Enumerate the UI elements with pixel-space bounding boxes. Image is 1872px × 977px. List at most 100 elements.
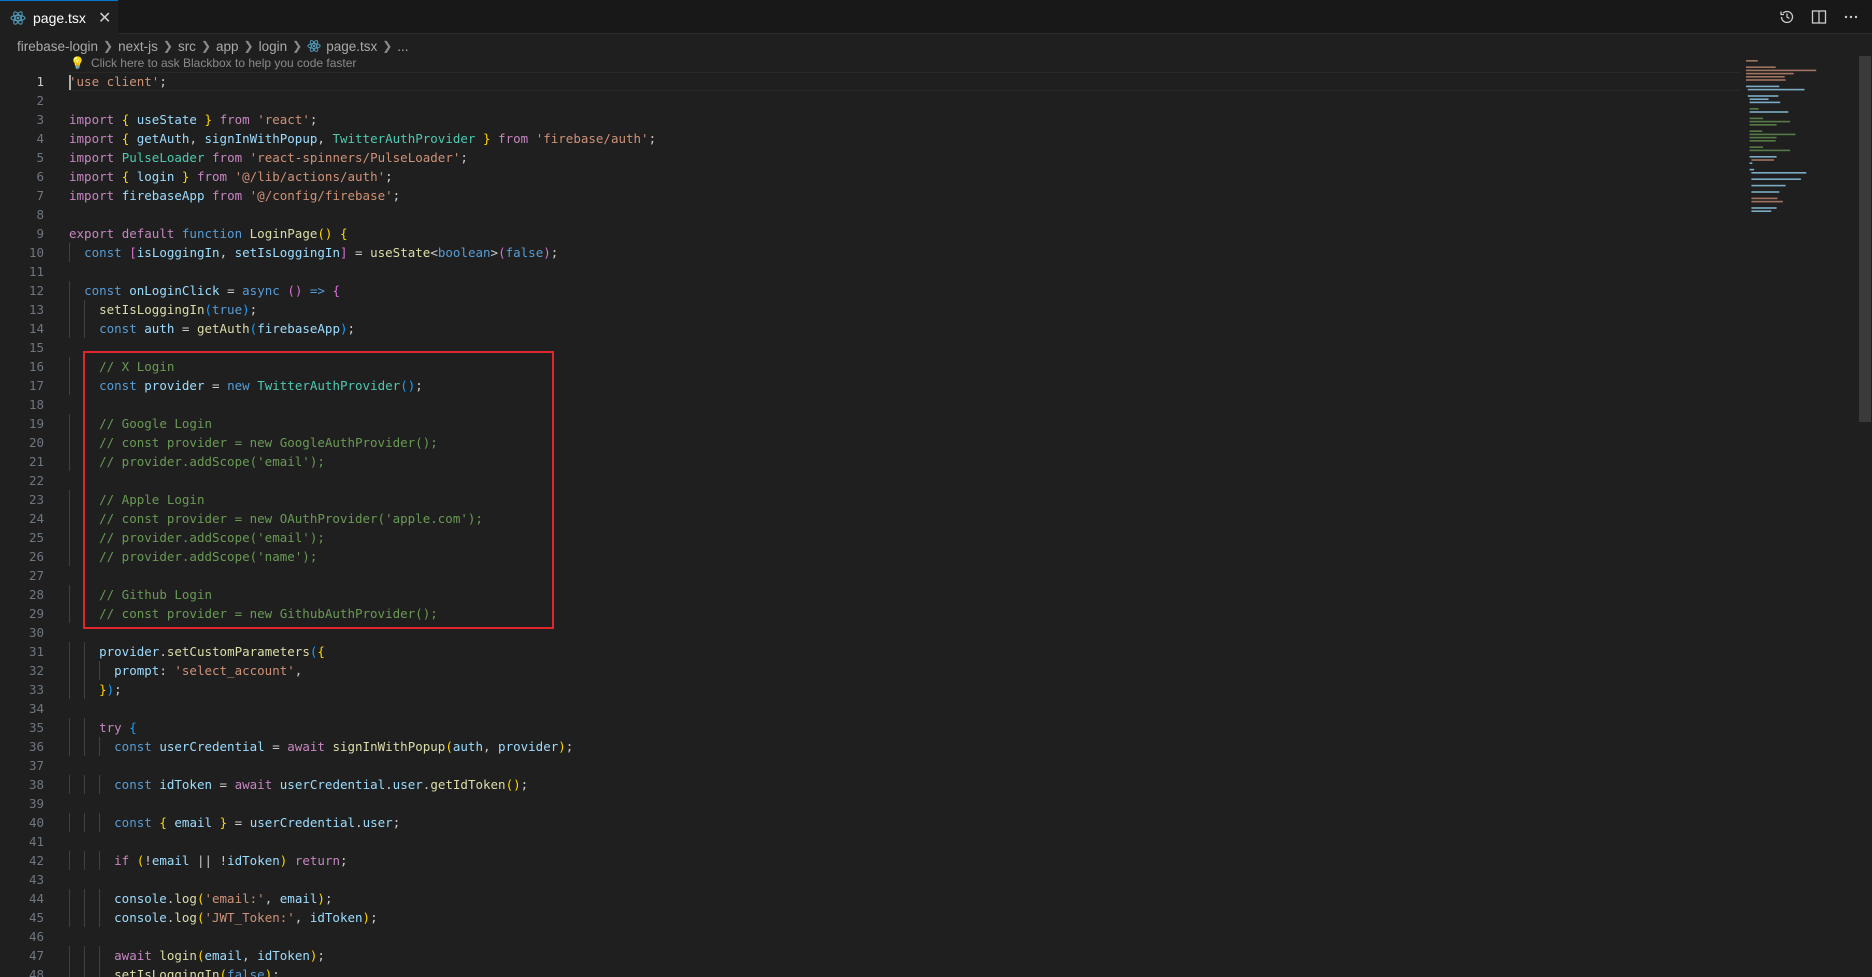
code-line[interactable]: 36 const userCredential = await signInWi…	[0, 737, 1740, 756]
code-text: const userCredential = await signInWithP…	[114, 739, 574, 754]
code-line[interactable]: 19 // Google Login	[0, 414, 1740, 433]
chevron-right-icon: ❯	[382, 39, 393, 53]
code-line[interactable]: 7 import firebaseApp from '@/config/fireb…	[0, 186, 1740, 205]
code-line[interactable]: 6 import { login } from '@/lib/actions/au…	[0, 167, 1740, 186]
blackbox-hint[interactable]: 💡 Click here to ask Blackbox to help you…	[70, 56, 356, 70]
line-number: 34	[28, 701, 44, 716]
line-number: 12	[28, 283, 44, 298]
minimap-line	[1749, 124, 1777, 126]
code-line[interactable]: 42 if (!email || !idToken) return;	[0, 851, 1740, 870]
split-editor-icon[interactable]	[1810, 8, 1828, 26]
minimap-line	[1751, 197, 1778, 200]
code-line[interactable]: 40 const { email } = userCredential.user…	[0, 813, 1740, 832]
minimap-line	[1746, 76, 1785, 78]
minimap-line	[1749, 133, 1796, 136]
code-line[interactable]: 35 try {	[0, 718, 1740, 737]
code-line[interactable]: 27	[0, 566, 1740, 585]
line-number: 1	[36, 74, 44, 89]
code-line[interactable]: 17 const provider = new TwitterAuthProvi…	[0, 376, 1740, 395]
line-number: 30	[28, 625, 44, 640]
line-number: 36	[28, 739, 44, 754]
history-icon[interactable]	[1778, 8, 1796, 26]
editor-actions	[1778, 8, 1860, 26]
code-line[interactable]: 31 provider.setCustomParameters({	[0, 642, 1740, 661]
line-number: 21	[28, 454, 44, 469]
line-number: 16	[28, 359, 44, 374]
code-line[interactable]: 24 // const provider = new OAuthProvider…	[0, 509, 1740, 528]
breadcrumb-item-app[interactable]: app	[216, 39, 239, 54]
breadcrumb-item-more[interactable]: ...	[397, 39, 408, 54]
tab-page-tsx[interactable]: page.tsx ✕	[0, 0, 118, 34]
minimap-line	[1751, 200, 1783, 203]
code-line[interactable]: 29 // const provider = new GithubAuthPro…	[0, 604, 1740, 623]
code-text: import { getAuth, signInWithPopup, Twitt…	[69, 131, 657, 146]
code-line[interactable]: 43	[0, 870, 1740, 889]
code-text: if (!email || !idToken) return;	[114, 853, 348, 868]
code-line[interactable]: 21 // provider.addScope('email');	[0, 452, 1740, 471]
code-line[interactable]: 28 // Github Login	[0, 585, 1740, 604]
code-text: // const provider = new GoogleAuthProvid…	[99, 435, 438, 450]
code-line[interactable]: 26 // provider.addScope('name');	[0, 547, 1740, 566]
code-line[interactable]: 47 await login(email, idToken);	[0, 946, 1740, 965]
code-line[interactable]: 39	[0, 794, 1740, 813]
code-line[interactable]: 12 const onLoginClick = async () => {	[0, 281, 1740, 300]
chevron-right-icon: ❯	[243, 39, 254, 53]
more-actions-icon[interactable]	[1842, 8, 1860, 26]
code-editor[interactable]: 1'use client'; 2 3 import { useState } from…	[0, 72, 1740, 977]
breadcrumb-item-page-tsx[interactable]: page.tsx	[307, 39, 377, 54]
code-line[interactable]: 20 // const provider = new GoogleAuthPro…	[0, 433, 1740, 452]
code-line[interactable]: 34	[0, 699, 1740, 718]
code-line[interactable]: 38 const idToken = await userCredential.…	[0, 775, 1740, 794]
code-line[interactable]: 18	[0, 395, 1740, 414]
code-line[interactable]: 5 import PulseLoader from 'react-spinners…	[0, 148, 1740, 167]
code-line[interactable]: 8	[0, 205, 1740, 224]
code-line[interactable]: 13 setIsLoggingIn(true);	[0, 300, 1740, 319]
code-line[interactable]: 9 export default function LoginPage() {	[0, 224, 1740, 243]
line-number: 43	[28, 872, 44, 887]
code-line[interactable]: 25 // provider.addScope('email');	[0, 528, 1740, 547]
code-line[interactable]: 16 // X Login	[0, 357, 1740, 376]
minimap-line	[1751, 184, 1786, 187]
code-text: // provider.addScope('name');	[99, 549, 318, 564]
minimap-line	[1751, 207, 1777, 209]
code-line[interactable]: 33 });	[0, 680, 1740, 699]
breadcrumb-item-next-js[interactable]: next-js	[118, 39, 158, 54]
line-number: 9	[36, 226, 44, 241]
code-line[interactable]: 23 // Apple Login	[0, 490, 1740, 509]
line-number: 32	[28, 663, 44, 678]
code-line[interactable]: 10 const [isLoggingIn, setIsLoggingIn] =…	[0, 243, 1740, 262]
minimap[interactable]	[1740, 56, 1860, 977]
code-line[interactable]: 45 console.log('JWT_Token:', idToken);	[0, 908, 1740, 927]
code-line[interactable]: 2	[0, 91, 1740, 110]
line-number: 20	[28, 435, 44, 450]
code-line[interactable]: 48 setIsLoggingIn(false);	[0, 965, 1740, 977]
close-icon[interactable]: ✕	[98, 8, 111, 28]
line-number: 22	[28, 473, 44, 488]
code-line[interactable]: 30	[0, 623, 1740, 642]
breadcrumb-item-src[interactable]: src	[178, 39, 196, 54]
minimap-line	[1749, 136, 1777, 139]
code-line[interactable]: 4 import { getAuth, signInWithPopup, Twit…	[0, 129, 1740, 148]
code-line[interactable]: 41	[0, 832, 1740, 851]
line-number: 33	[28, 682, 44, 697]
breadcrumb-item-login[interactable]: login	[259, 39, 288, 54]
minimap-line	[1749, 130, 1763, 132]
code-line[interactable]: 46	[0, 927, 1740, 946]
code-line[interactable]: 22	[0, 471, 1740, 490]
code-line[interactable]: 37	[0, 756, 1740, 775]
code-line[interactable]: 14 const auth = getAuth(firebaseApp);	[0, 319, 1740, 338]
breadcrumb-item-firebase-login[interactable]: firebase-login	[17, 39, 98, 54]
line-number: 27	[28, 568, 44, 583]
code-line[interactable]: 11	[0, 262, 1740, 281]
code-line[interactable]: 44 console.log('email:', email);	[0, 889, 1740, 908]
code-text: export default function LoginPage() {	[69, 226, 348, 241]
code-text: import PulseLoader from 'react-spinners/…	[69, 150, 468, 165]
code-line[interactable]: 3 import { useState } from 'react';	[0, 110, 1740, 129]
code-line[interactable]: 1 'use client';	[0, 72, 1740, 91]
scrollbar-thumb[interactable]	[1859, 56, 1871, 422]
code-text: const onLoginClick = async () => {	[84, 283, 341, 298]
code-line[interactable]: 15	[0, 338, 1740, 357]
code-text: // X Login	[99, 359, 175, 374]
line-number: 48	[28, 967, 44, 977]
code-line[interactable]: 32 prompt: 'select_account',	[0, 661, 1740, 680]
